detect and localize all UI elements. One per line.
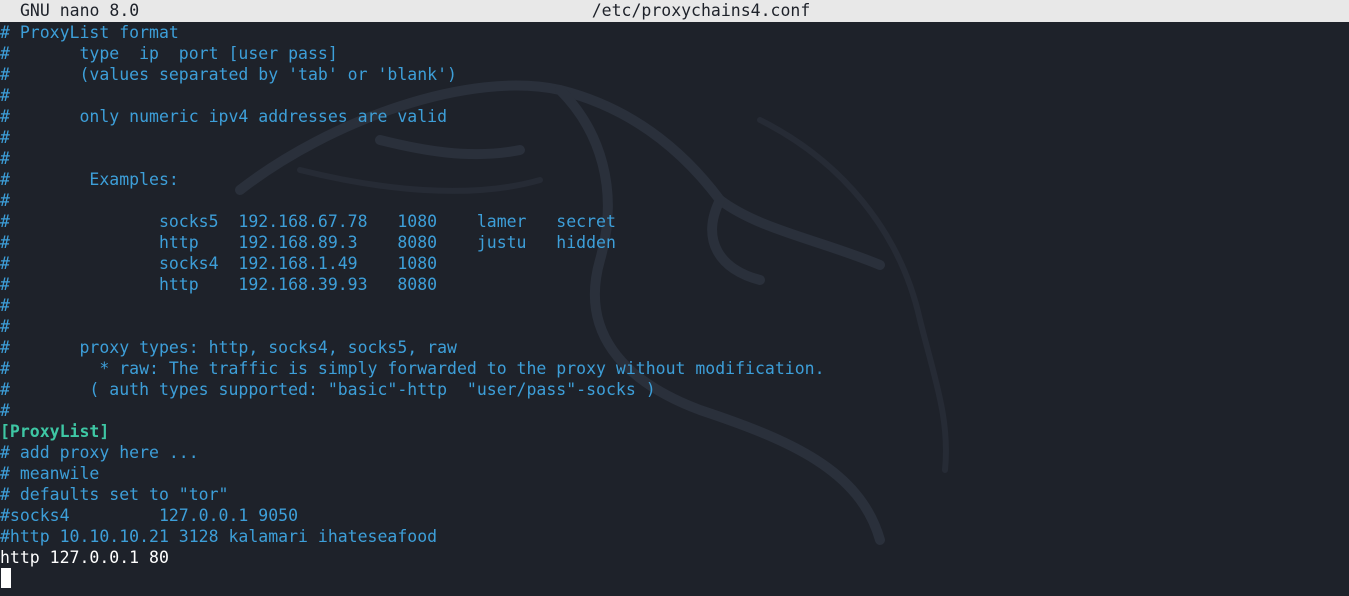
editor-line[interactable]: # (values separated by 'tab' or 'blank') (0, 64, 1349, 85)
editor-line[interactable]: # http 192.168.89.3 8080 justu hidden (0, 232, 1349, 253)
editor-line[interactable]: # * raw: The traffic is simply forwarded… (0, 358, 1349, 379)
editor-line[interactable]: # add proxy here ... (0, 442, 1349, 463)
editor-line[interactable]: # (0, 148, 1349, 169)
editor-line[interactable]: # (0, 190, 1349, 211)
section-header-line[interactable]: [ProxyList] (0, 421, 1349, 442)
editor-line[interactable]: # (0, 400, 1349, 421)
text-cursor (1, 568, 11, 588)
editor-line[interactable]: # ( auth types supported: "basic"-http "… (0, 379, 1349, 400)
editor-line[interactable]: # (0, 127, 1349, 148)
text-editor-area[interactable]: # ProxyList format # type ip port [user p… (0, 22, 1349, 596)
editor-line[interactable] (0, 568, 1349, 589)
editor-line[interactable]: # (0, 316, 1349, 337)
editor-line[interactable]: #http 10.10.10.21 3128 kalamari ihatesea… (0, 526, 1349, 547)
editor-line[interactable]: #socks4 127.0.0.1 9050 (0, 505, 1349, 526)
editor-line[interactable]: # ProxyList format (0, 22, 1349, 43)
editor-line[interactable]: # (0, 85, 1349, 106)
filename-label: /etc/proxychains4.conf (591, 1, 811, 20)
editor-line[interactable]: # type ip port [user pass] (0, 43, 1349, 64)
editor-line[interactable]: # socks5 192.168.67.78 1080 lamer secret (0, 211, 1349, 232)
editor-line[interactable]: # Examples: (0, 169, 1349, 190)
editor-line[interactable]: # only numeric ipv4 addresses are valid (0, 106, 1349, 127)
editor-line[interactable]: # proxy types: http, socks4, socks5, raw (0, 337, 1349, 358)
nano-title-bar: GNU nano 8.0 /etc/proxychains4.conf (0, 0, 1349, 22)
editor-line[interactable]: # defaults set to "tor" (0, 484, 1349, 505)
editor-line[interactable]: http 127.0.0.1 80 (0, 547, 1349, 568)
editor-line[interactable]: # meanwile (0, 463, 1349, 484)
editor-line[interactable]: # (0, 295, 1349, 316)
editor-line[interactable]: # http 192.168.39.93 8080 (0, 274, 1349, 295)
editor-line[interactable]: # socks4 192.168.1.49 1080 (0, 253, 1349, 274)
